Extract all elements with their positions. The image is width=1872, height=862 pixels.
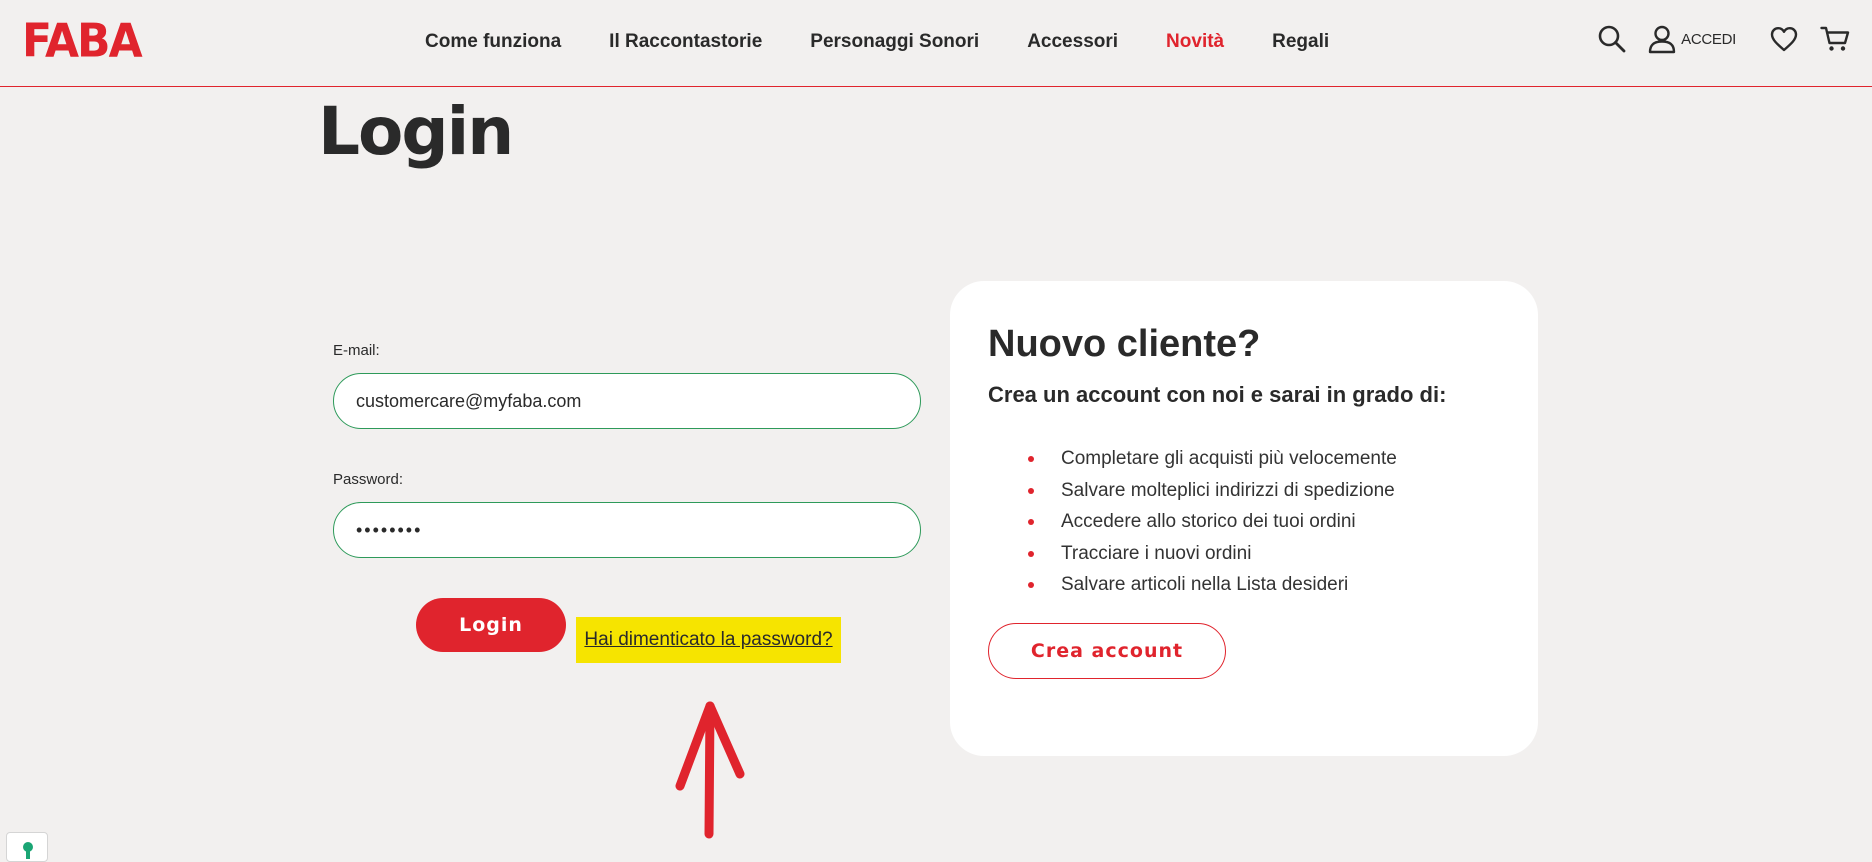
main-navigation: Come funziona Il Raccontastorie Personag… [425,31,1377,53]
nav-item-personaggi-sonori[interactable]: Personaggi Sonori [810,31,979,53]
email-field[interactable] [333,373,921,429]
nav-item-novita[interactable]: Novità [1166,31,1224,53]
faba-logo[interactable]: FABA [22,18,143,65]
user-icon [1647,24,1677,54]
benefits-list: Completare gli acquisti più velocemente … [988,443,1397,601]
nav-item-accessori[interactable]: Accessori [1027,31,1118,53]
list-item: Tracciare i nuovi ordini [988,538,1397,570]
create-account-button[interactable]: Crea account [988,623,1226,679]
password-field[interactable] [333,502,921,558]
new-customer-title: Nuovo cliente? [988,323,1261,365]
privacy-settings-icon[interactable] [6,832,48,862]
list-item: Salvare molteplici indirizzi di spedizio… [988,475,1397,507]
arrow-up-icon [672,696,748,845]
nav-item-come-funziona[interactable]: Come funziona [425,31,561,53]
search-icon[interactable] [1597,24,1627,54]
list-item: Accedere allo storico dei tuoi ordini [988,506,1397,538]
heart-icon[interactable] [1770,26,1798,52]
privacy-stem [26,849,30,859]
account-button[interactable]: ACCEDI [1647,24,1770,54]
new-customer-card: Nuovo cliente? Crea un account con noi e… [950,281,1538,756]
forgot-password-link[interactable]: Hai dimenticato la password? [576,617,841,663]
email-label: E-mail: [333,342,380,359]
new-customer-subtitle: Crea un account con noi e sarai in grado… [988,382,1447,407]
nav-item-raccontastorie[interactable]: Il Raccontastorie [609,31,762,53]
login-button[interactable]: Login [416,598,566,652]
password-label: Password: [333,471,404,488]
page-title: Login [318,93,514,170]
cart-icon[interactable] [1820,25,1850,53]
site-header: FABA Come funziona Il Raccontastorie Per… [0,0,1872,87]
list-item: Completare gli acquisti più velocemente [988,443,1397,475]
list-item: Salvare articoli nella Lista desideri [988,569,1397,601]
header-actions: ACCEDI [1597,24,1850,54]
account-label: ACCEDI [1681,30,1736,48]
nav-item-regali[interactable]: Regali [1272,31,1329,53]
